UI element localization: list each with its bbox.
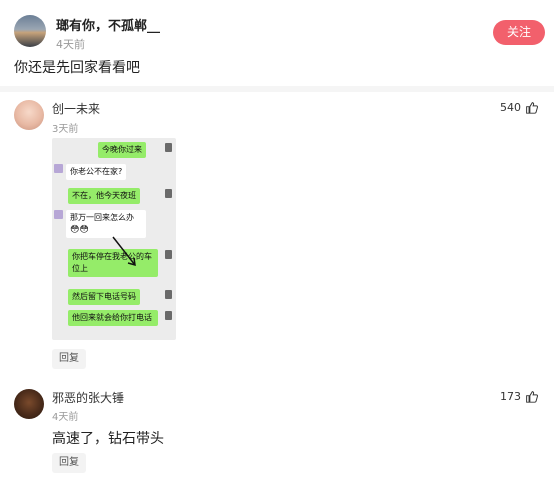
post-card: 瑯有你，不孤郸__ 4天前 关注 你还是先回家看看吧 <box>0 0 554 90</box>
chat-avatar <box>165 189 172 198</box>
chat-bubble: 然后留下电话号码 <box>68 289 140 305</box>
chat-avatar <box>165 250 172 259</box>
chat-avatar <box>165 311 172 320</box>
author-name[interactable]: 瑯有你，不孤郸__ <box>56 15 160 34</box>
chat-bubble: 你老公不在家? <box>66 164 127 180</box>
like-button[interactable]: 173 <box>500 390 538 403</box>
chat-avatar <box>54 164 63 173</box>
thumbs-up-icon <box>526 391 538 403</box>
chat-avatar <box>165 143 172 152</box>
chat-avatar <box>165 290 172 299</box>
commenter-avatar[interactable] <box>14 100 44 130</box>
author-avatar[interactable] <box>14 15 46 47</box>
chat-screenshot-image[interactable]: 今晚你过来 你老公不在家? 不在，他今天夜班 那万一回来怎么办 😳😳 你把车停在我… <box>52 138 176 340</box>
post-time: 4天前 <box>56 38 85 51</box>
like-button[interactable]: 540 <box>500 101 538 114</box>
arrow-annotation-icon <box>112 236 136 267</box>
like-count: 173 <box>500 390 521 403</box>
comment-time: 4天前 <box>52 412 79 423</box>
like-count: 540 <box>500 101 521 114</box>
chat-bubble: 今晚你过来 <box>98 142 146 158</box>
commenter-name[interactable]: 创一未来 <box>52 100 100 117</box>
commenter-name[interactable]: 邪恶的张大锤 <box>52 389 124 406</box>
follow-button[interactable]: 关注 <box>493 20 545 45</box>
section-divider <box>0 86 554 92</box>
comment-text: 高速了，钻石带头 <box>52 431 164 447</box>
reply-button[interactable]: 回复 <box>52 453 86 473</box>
commenter-avatar[interactable] <box>14 389 44 419</box>
reply-button[interactable]: 回复 <box>52 349 86 369</box>
thumbs-up-icon <box>526 102 538 114</box>
comment-time: 3天前 <box>52 124 79 135</box>
post-text: 你还是先回家看看吧 <box>14 60 140 76</box>
chat-bubble: 不在，他今天夜班 <box>68 188 140 204</box>
emoji-icon: 😳😳 <box>70 225 89 235</box>
chat-bubble: 他回来就会给你打电话 <box>68 310 158 326</box>
chat-avatar <box>54 210 63 219</box>
